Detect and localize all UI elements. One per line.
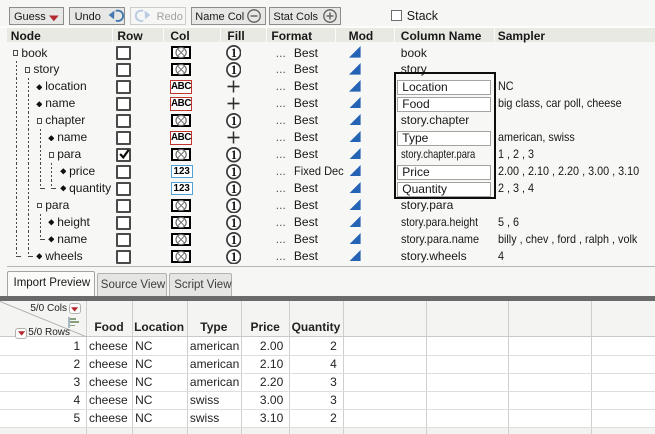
svg-text:1: 1	[231, 114, 237, 128]
svg-text:1: 1	[231, 63, 237, 77]
svg-text:1: 1	[231, 233, 237, 247]
svg-text:1: 1	[231, 216, 237, 230]
svg-text:1: 1	[231, 46, 237, 60]
svg-text:1: 1	[231, 199, 237, 213]
svg-text:1: 1	[231, 148, 237, 162]
svg-text:1: 1	[231, 165, 237, 179]
svg-text:1: 1	[231, 250, 237, 264]
svg-text:1: 1	[231, 182, 237, 196]
